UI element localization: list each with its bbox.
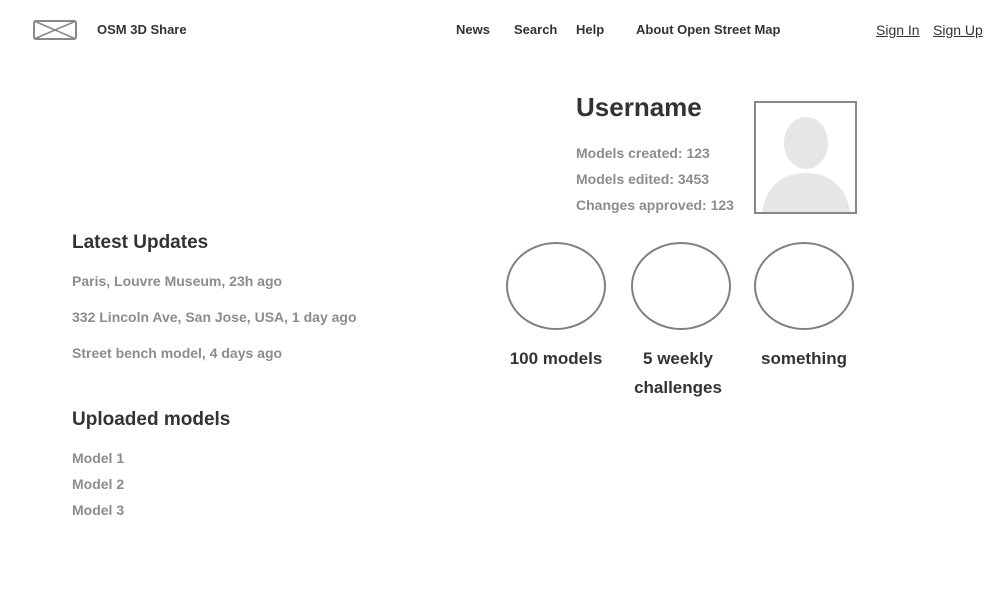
latest-updates-heading: Latest Updates [72, 232, 209, 253]
badge-something-icon[interactable] [754, 242, 854, 330]
nav-search[interactable]: Search [514, 22, 557, 37]
badge-100-models-icon[interactable] [506, 242, 606, 330]
update-item[interactable]: Street bench model, 4 days ago [72, 345, 282, 361]
nav-help[interactable]: Help [576, 22, 604, 37]
model-item[interactable]: Model 1 [72, 450, 124, 466]
nav-about[interactable]: About Open Street Map [636, 22, 780, 37]
stat-changes-approved: Changes approved: 123 [576, 197, 734, 213]
model-item[interactable]: Model 3 [72, 502, 124, 518]
badge-label-something: something [761, 349, 847, 368]
badge-weekly-challenges-icon[interactable] [631, 242, 731, 330]
sign-up-link[interactable]: Sign Up [933, 22, 983, 38]
update-item[interactable]: 332 Lincoln Ave, San Jose, USA, 1 day ag… [72, 309, 357, 325]
sign-in-link[interactable]: Sign In [876, 22, 920, 38]
profile-username: Username [576, 92, 702, 122]
avatar[interactable] [754, 101, 857, 214]
user-avatar-icon [762, 117, 850, 212]
nav-news[interactable]: News [456, 22, 490, 37]
badge-label-weekly-challenges: 5 weekly challenges [634, 349, 722, 397]
stat-models-edited: Models edited: 3453 [576, 171, 710, 187]
uploaded-models-heading: Uploaded models [72, 409, 231, 430]
badge-label-100-models: 100 models [509, 349, 603, 368]
model-item[interactable]: Model 2 [72, 476, 124, 492]
site-brand[interactable]: OSM 3D Share [97, 22, 187, 37]
image-placeholder-icon[interactable] [33, 20, 77, 40]
update-item[interactable]: Paris, Louvre Museum, 23h ago [72, 273, 282, 289]
stat-models-created: Models created: 123 [576, 145, 710, 161]
